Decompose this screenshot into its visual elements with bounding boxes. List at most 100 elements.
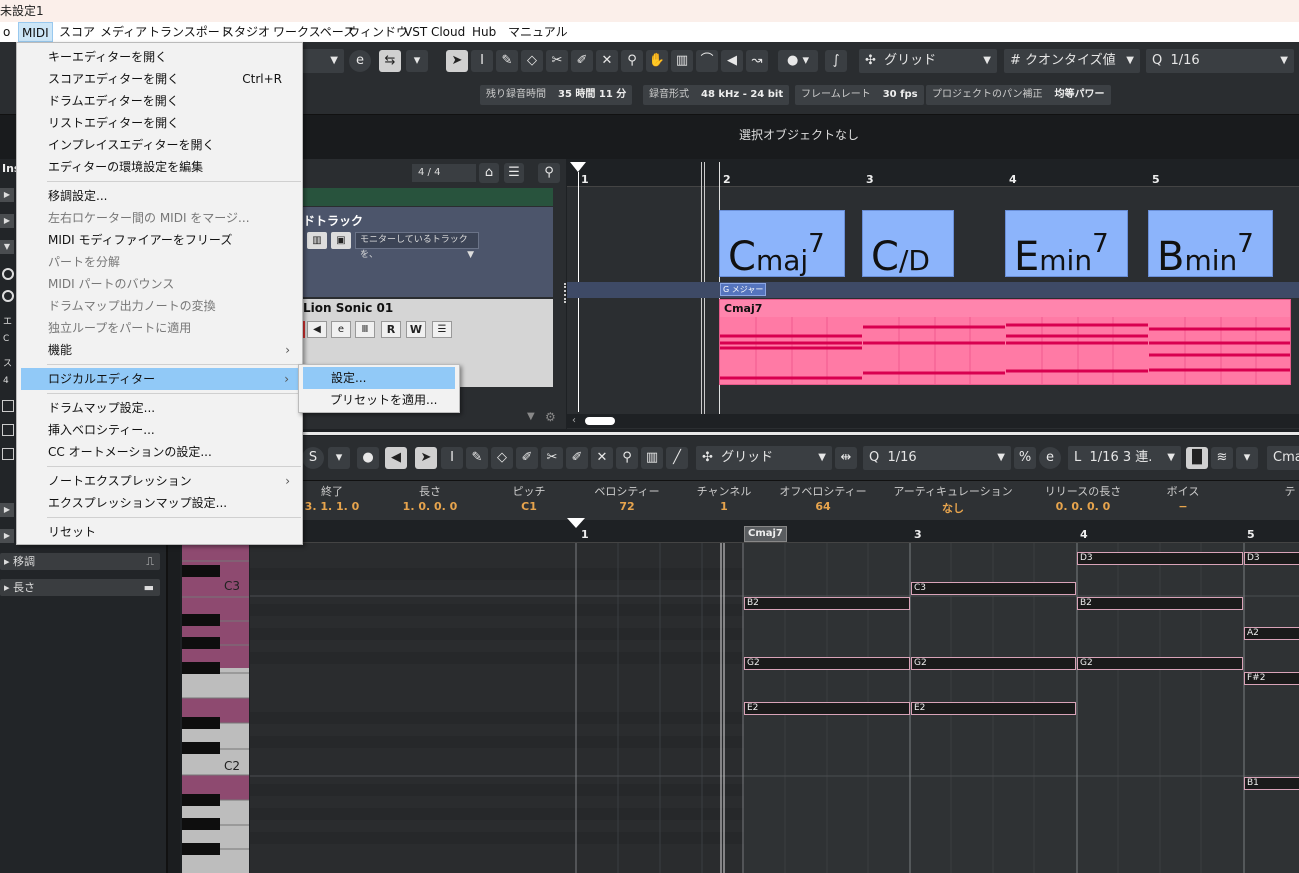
monitor-icon[interactable]: ◀ — [307, 321, 327, 338]
menu-item-cc-automation[interactable]: CC オートメーションの設定... — [17, 441, 302, 463]
length-quantize-dropdown[interactable]: L 1/16 3 連. ▼ — [1068, 446, 1181, 470]
instrument-icon[interactable]: Ⅲ — [355, 321, 375, 338]
zone-divider[interactable] — [168, 432, 1299, 435]
snap-icon[interactable]: ∫ — [825, 50, 847, 72]
chord-settings-icon[interactable]: ▥ — [307, 232, 327, 249]
menu-item-drummap-setup[interactable]: ドラムマップ設定... — [17, 397, 302, 419]
read-automation-button[interactable]: R — [381, 321, 401, 338]
pointer-tool-icon[interactable]: ➤ — [415, 447, 437, 469]
chevron-down-icon[interactable]: ▾ — [328, 447, 350, 469]
midi-note[interactable]: A2 — [1244, 627, 1299, 640]
info-value[interactable]: 3. 1. 1. 0 — [292, 500, 372, 513]
quantize-value-dropdown[interactable]: Q 1/16 ▼ — [1146, 49, 1294, 73]
menu-item-open-list-editor[interactable]: リストエディターを開く — [17, 112, 302, 134]
menu-item-open-key-editor[interactable]: キーエディターを開く — [17, 46, 302, 68]
menu-item-open-inplace-editor[interactable]: インプレイスエディターを開く — [17, 134, 302, 156]
chord-event[interactable]: Cmaj7 — [719, 210, 845, 280]
glue-tool-icon[interactable]: ✐ — [566, 447, 588, 469]
submenu-item-apply-preset[interactable]: プリセットを適用... — [299, 389, 459, 411]
menu-vstcloud[interactable]: VST Cloud — [401, 22, 468, 42]
arrange-scrollbar[interactable] — [567, 414, 1299, 428]
eraser-tool-icon[interactable]: ◇ — [521, 50, 543, 72]
menu-item-editor-prefs[interactable]: エディターの環境設定を編集 — [17, 156, 302, 178]
menu-score[interactable]: スコア — [56, 22, 98, 42]
chord-assistant-icon[interactable]: ▣ — [331, 232, 351, 249]
menu-item-expression-map[interactable]: エクスプレッションマップ設定... — [17, 492, 302, 514]
checkbox[interactable] — [2, 448, 14, 460]
mode-icon[interactable]: ⇆ — [379, 50, 401, 72]
expand-icon[interactable]: ▶ — [0, 503, 14, 517]
midi-note[interactable]: G2 — [911, 657, 1076, 670]
scrollbar-thumb[interactable] — [585, 417, 615, 425]
zoom-tool-icon[interactable]: ⚲ — [621, 50, 643, 72]
menu-studio[interactable]: スタジオ — [219, 22, 273, 42]
chord-field[interactable]: Cma — [1267, 446, 1299, 470]
line-tool-icon[interactable]: ╱ — [666, 447, 688, 469]
trim-tool-icon[interactable]: ✐ — [516, 447, 538, 469]
collapse-icon[interactable]: ▼ — [0, 240, 14, 254]
search-icon[interactable]: ⚲ — [538, 163, 560, 183]
chord-view-icon[interactable]: ▐▌ — [1186, 447, 1208, 469]
chevron-down-icon[interactable]: ▾ — [406, 50, 428, 72]
radio-icon[interactable] — [2, 268, 14, 280]
monitor-dropdown[interactable]: モニターしているトラックを、 ▼ — [355, 232, 479, 260]
warp-tool-icon[interactable]: ↝ — [746, 50, 768, 72]
menu-item-insert-velocity[interactable]: 挿入ベロシティー... — [17, 419, 302, 441]
menu-hub[interactable]: Hub — [469, 22, 499, 42]
checkbox[interactable] — [2, 424, 14, 436]
scroll-left-icon[interactable]: ‹ — [572, 415, 576, 426]
chevron-down-icon[interactable]: ▾ — [1236, 447, 1258, 469]
menu-item-freeze-modifiers[interactable]: MIDI モディファイアーをフリーズ — [17, 229, 302, 251]
midi-note[interactable]: B1 — [1244, 777, 1299, 790]
midi-note[interactable]: C3 — [911, 582, 1076, 595]
submenu-item-setup[interactable]: 設定... — [303, 367, 455, 389]
menu-manual[interactable]: マニュアル — [505, 22, 571, 42]
key-grid-dropdown[interactable]: ✣ グリッド ▼ — [696, 446, 832, 470]
menu-item-note-expression[interactable]: ノートエクスプレッション › — [17, 470, 302, 492]
expand-icon[interactable]: ▶ — [0, 529, 14, 543]
midi-note[interactable]: D3 — [1077, 552, 1243, 565]
info-value[interactable]: 64 — [773, 500, 873, 513]
pointer-tool-icon[interactable]: ➤ — [446, 50, 468, 72]
chord-event[interactable]: Bmin7 — [1148, 210, 1273, 280]
menu-item-functions[interactable]: 機能 › — [17, 339, 302, 361]
expand-icon[interactable]: ▶ — [0, 214, 14, 228]
menu-item-convert-drummap[interactable]: ドラムマップ出力ノートの変換 — [17, 295, 302, 317]
midi-note[interactable]: E2 — [911, 702, 1076, 715]
scissors-tool-icon[interactable]: ✂ — [541, 447, 563, 469]
color-tool-icon[interactable]: ● ▾ — [778, 50, 818, 72]
iterative-quantize-icon[interactable]: % — [1014, 447, 1036, 469]
menu-item-dissolve-part[interactable]: パートを分解 — [17, 251, 302, 273]
expand-icon[interactable]: ▶ — [0, 188, 14, 202]
mute-tool-icon[interactable]: ✕ — [596, 50, 618, 72]
toolbar-left-dropdown[interactable]: ▼ — [300, 49, 344, 73]
solo-icon[interactable]: S — [302, 447, 324, 469]
info-value[interactable]: なし — [888, 500, 1018, 516]
lanes-icon[interactable]: ☰ — [432, 321, 452, 338]
quantize-type-dropdown[interactable]: # クオンタイズ値 ▼ — [1004, 49, 1140, 73]
menu-item-logical-editor[interactable]: ロジカルエディター › — [21, 368, 301, 390]
nudge-icon[interactable]: ⇹ — [835, 447, 857, 469]
midi-note[interactable]: G2 — [744, 657, 910, 670]
comp-tool-icon[interactable]: ▥ — [671, 50, 693, 72]
midi-note[interactable]: E2 — [744, 702, 910, 715]
snapshot-icon[interactable]: ⌂ — [479, 163, 499, 183]
edit-icon[interactable]: e — [1039, 447, 1061, 469]
menu-midi[interactable]: MIDI — [18, 22, 53, 42]
pencil-tool-icon[interactable]: ✎ — [466, 447, 488, 469]
chord-event[interactable]: Emin7 — [1005, 210, 1128, 280]
speaker-tool-icon[interactable]: ◀ — [721, 50, 743, 72]
mute-tool-icon[interactable]: ✕ — [591, 447, 613, 469]
line-tool-icon[interactable]: ⌒ — [696, 50, 718, 72]
info-value[interactable]: 72 — [582, 500, 672, 513]
write-automation-button[interactable]: W — [406, 321, 426, 338]
edit-icon[interactable]: e — [331, 321, 351, 338]
arrange-ruler[interactable] — [567, 159, 1299, 187]
glue-tool-icon[interactable]: ✐ — [571, 50, 593, 72]
checkbox[interactable] — [2, 400, 14, 412]
menu-item-merge-midi[interactable]: 左右ロケーター間の MIDI をマージ... — [17, 207, 302, 229]
time-signature[interactable]: 4 / 4 — [412, 164, 476, 182]
list-icon[interactable]: ☰ — [504, 163, 524, 183]
menu-item-open-drum-editor[interactable]: ドラムエディターを開く — [17, 90, 302, 112]
eraser-tool-icon[interactable]: ◇ — [491, 447, 513, 469]
